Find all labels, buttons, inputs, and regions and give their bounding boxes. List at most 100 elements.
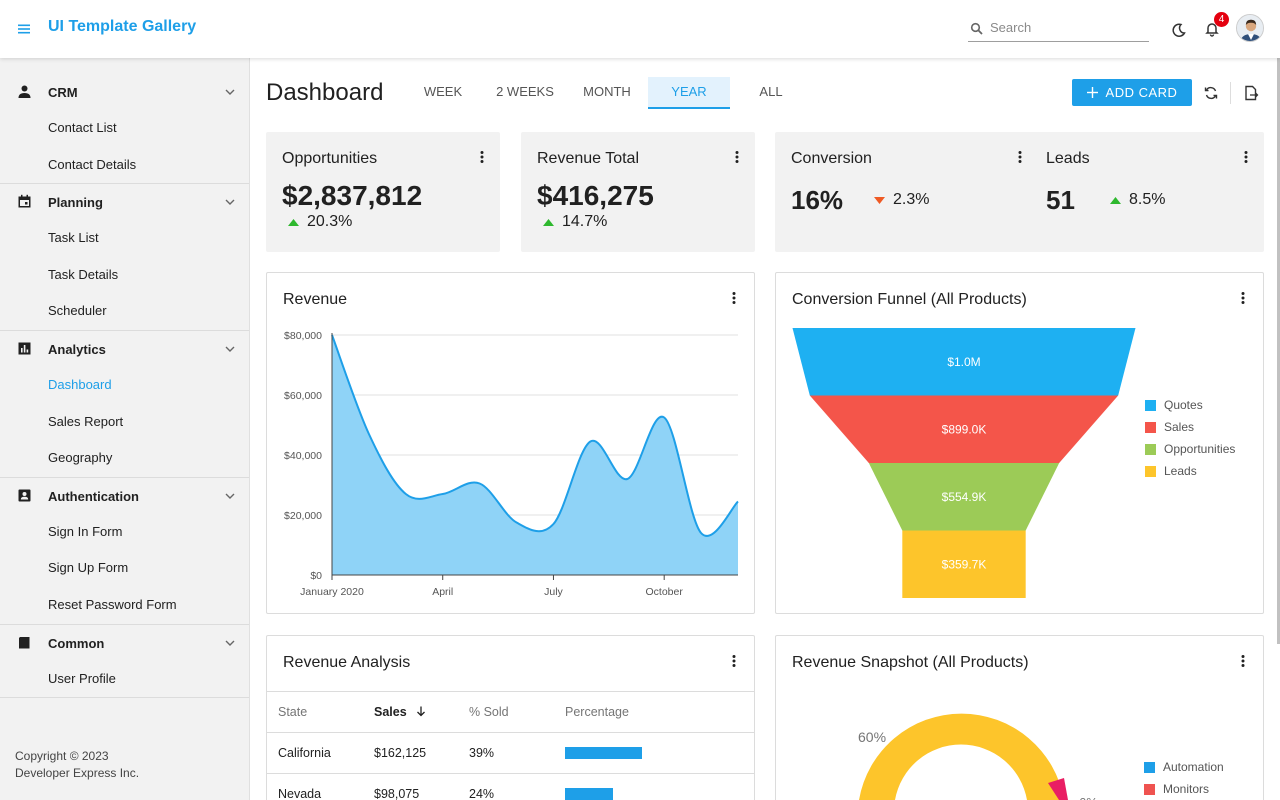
- refresh-icon: [1204, 86, 1218, 100]
- cell-state: California: [267, 732, 363, 774]
- search-input[interactable]: [990, 20, 1145, 35]
- percentage-bar: [565, 788, 613, 800]
- y-tick-label: $20,000: [284, 510, 322, 522]
- panel-title: Revenue Snapshot (All Products): [792, 654, 1029, 671]
- avatar[interactable]: [1236, 14, 1264, 42]
- slice-label-60: 60%: [858, 729, 886, 745]
- export-button[interactable]: [1239, 81, 1263, 105]
- table-header-row: State Sales % Sold Percentage: [267, 691, 754, 733]
- app-title[interactable]: UI Template Gallery: [48, 18, 196, 36]
- notification-badge: 4: [1214, 12, 1229, 27]
- sidebar-item-sign-up-form[interactable]: Sign Up Form: [0, 550, 249, 587]
- nav-group-label: Analytics: [48, 341, 106, 357]
- legend-swatch: [1144, 761, 1155, 773]
- nav-group-planning: Planning Task List Task Details Schedule…: [0, 184, 249, 331]
- nav-group-common: Common User Profile: [0, 625, 249, 699]
- kpi-value: 16%: [791, 185, 844, 215]
- nav-group-header-common[interactable]: Common: [0, 625, 249, 661]
- kpi-card-leads: Leads 51 8.5%: [1030, 132, 1264, 252]
- sidebar-item-scheduler[interactable]: Scheduler: [0, 293, 249, 330]
- arrow-down-sort-icon: [417, 706, 426, 717]
- dark-mode-toggle[interactable]: [1167, 18, 1191, 42]
- cell-state: Nevada: [267, 773, 363, 800]
- tab-all[interactable]: ALL: [730, 77, 812, 109]
- legend-item[interactable]: Opportunities: [1145, 438, 1235, 460]
- column-header-sales[interactable]: Sales: [363, 691, 458, 733]
- x-tick-label: April: [432, 586, 453, 598]
- sidebar-item-geography[interactable]: Geography: [0, 440, 249, 477]
- tab-month[interactable]: MONTH: [566, 77, 648, 109]
- cell-sold: 24%: [458, 773, 554, 800]
- funnel-legend: Quotes Sales Opportunities Leads: [1145, 394, 1235, 482]
- legend-item[interactable]: Leads: [1145, 460, 1235, 482]
- funnel-value-label: $899.0K: [942, 422, 987, 436]
- nav-group-header-crm[interactable]: CRM: [0, 74, 249, 110]
- sidebar-item-task-details[interactable]: Task Details: [0, 257, 249, 294]
- arrow-up-icon: [288, 218, 299, 226]
- menu-icon[interactable]: [14, 19, 34, 39]
- kpi-delta-value: 20.3%: [307, 213, 353, 230]
- column-header-percentage[interactable]: Percentage: [554, 691, 754, 733]
- sidebar-item-reset-password-form[interactable]: Reset Password Form: [0, 587, 249, 624]
- legend-item[interactable]: Automation: [1144, 756, 1224, 778]
- revenue-snapshot-panel: Revenue Snapshot (All Products) 60% 6% A…: [775, 635, 1264, 800]
- y-tick-label: $0: [310, 570, 322, 582]
- tab-2-weeks[interactable]: 2 WEEKS: [484, 77, 566, 109]
- more-vertical-icon[interactable]: [730, 654, 738, 668]
- export-document-icon: [1245, 85, 1259, 101]
- more-vertical-icon[interactable]: [1016, 150, 1024, 164]
- table-row[interactable]: California $162,125 39%: [267, 732, 754, 774]
- more-vertical-icon[interactable]: [478, 150, 486, 164]
- tab-week[interactable]: WEEK: [402, 77, 484, 109]
- sidebar-item-contact-details[interactable]: Contact Details: [0, 147, 249, 184]
- page-title: Dashboard: [266, 79, 384, 106]
- x-tick-label: July: [544, 586, 563, 598]
- search-box[interactable]: [968, 18, 1149, 42]
- arrow-down-icon: [874, 196, 885, 204]
- calendar-icon: [18, 194, 31, 208]
- legend-label: Leads: [1164, 464, 1197, 478]
- sidebar-item-sales-report[interactable]: Sales Report: [0, 404, 249, 441]
- more-vertical-icon[interactable]: [730, 291, 738, 305]
- sidebar-item-user-profile[interactable]: User Profile: [0, 661, 249, 698]
- x-tick-label: January 2020: [300, 586, 364, 598]
- nav-group-header-planning[interactable]: Planning: [0, 184, 249, 220]
- kpi-value: $416,275: [537, 180, 654, 211]
- sidebar-item-task-list[interactable]: Task List: [0, 220, 249, 257]
- more-vertical-icon[interactable]: [1239, 291, 1247, 305]
- refresh-button[interactable]: [1199, 81, 1223, 105]
- x-tick-label: October: [646, 586, 684, 598]
- chevron-down-icon: [225, 346, 235, 352]
- chevron-down-icon: [225, 640, 235, 646]
- funnel-value-label: $1.0M: [947, 355, 980, 369]
- legend-item[interactable]: Quotes: [1145, 394, 1235, 416]
- kpi-card-revenue-total: Revenue Total $416,275 14.7%: [521, 132, 755, 252]
- chevron-down-icon: [225, 89, 235, 95]
- add-card-button[interactable]: ADD CARD: [1072, 79, 1192, 106]
- legend-swatch: [1144, 783, 1155, 795]
- nav-group-header-authentication[interactable]: Authentication: [0, 478, 249, 514]
- bar-chart-icon: [18, 342, 31, 355]
- legend-item[interactable]: Sales: [1145, 416, 1235, 438]
- sidebar-item-contact-list[interactable]: Contact List: [0, 110, 249, 147]
- kpi-card-conversion: Conversion 16% 2.3%: [775, 132, 1038, 252]
- revenue-panel: Revenue $0 $20,000 $40,000 $60,000 $80,000 Ja…: [266, 272, 755, 614]
- more-vertical-icon[interactable]: [1242, 150, 1250, 164]
- column-header-state[interactable]: State: [267, 691, 363, 733]
- nav-group-header-analytics[interactable]: Analytics: [0, 331, 249, 367]
- tab-year[interactable]: YEAR: [648, 77, 730, 109]
- book-icon: [19, 636, 30, 649]
- kpi-title: Leads: [1046, 150, 1090, 167]
- more-vertical-icon[interactable]: [1239, 654, 1247, 668]
- y-tick-label: $60,000: [284, 390, 322, 402]
- nav-group-analytics: Analytics Dashboard Sales Report Geograp…: [0, 331, 249, 478]
- kpi-card-opportunities: Opportunities $2,837,812 20.3%: [266, 132, 500, 252]
- legend-swatch: [1145, 443, 1156, 455]
- sidebar-item-dashboard[interactable]: Dashboard: [0, 367, 249, 404]
- column-header-sold[interactable]: % Sold: [458, 691, 554, 733]
- more-vertical-icon[interactable]: [733, 150, 741, 164]
- legend-item[interactable]: Monitors: [1144, 778, 1224, 800]
- sidebar-item-sign-in-form[interactable]: Sign In Form: [0, 514, 249, 551]
- table-row[interactable]: Nevada $98,075 24%: [267, 773, 754, 800]
- cell-percentage: [554, 732, 754, 774]
